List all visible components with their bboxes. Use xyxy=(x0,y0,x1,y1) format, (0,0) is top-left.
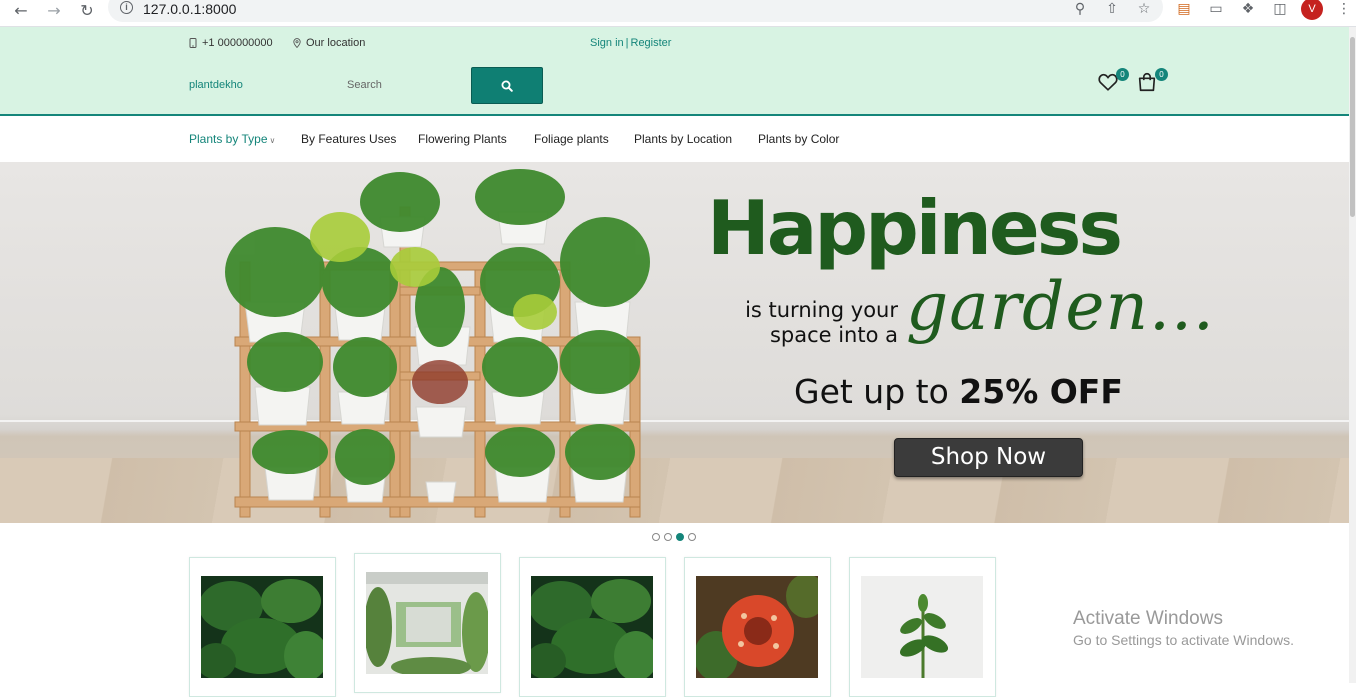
phone-contact[interactable]: +1 000000000 xyxy=(189,37,273,49)
windows-activation-watermark: Activate Windows Go to Settings to activ… xyxy=(1073,608,1294,648)
search-button[interactable] xyxy=(471,67,543,104)
hero-banner[interactable]: Happiness is turning your space into a g… xyxy=(0,162,1349,523)
category-card[interactable] xyxy=(519,557,666,697)
phone-number: +1 000000000 xyxy=(202,37,273,49)
main-navigation: Plants by Type ∨ By Features Uses Floweri… xyxy=(0,116,1349,162)
menu-kebab-icon[interactable]: ⋮ xyxy=(1334,0,1354,18)
monstera-leaves-image xyxy=(201,576,323,678)
offer-value: 25% OFF xyxy=(959,372,1123,411)
auth-links: Sign in | Register xyxy=(590,37,671,49)
phone-icon xyxy=(189,38,197,48)
url-text[interactable]: 127.0.0.1:8000 xyxy=(143,1,236,17)
cart-button[interactable]: 0 xyxy=(1136,68,1168,95)
carousel-dot[interactable] xyxy=(664,533,672,541)
site-info-icon[interactable]: i xyxy=(120,1,133,14)
category-card[interactable] xyxy=(849,557,996,697)
seedling-image xyxy=(861,576,983,678)
nav-by-features-uses[interactable]: By Features Uses xyxy=(301,132,396,146)
chevron-down-icon: ∨ xyxy=(269,136,276,145)
location-label: Our location xyxy=(306,37,366,49)
nav-plants-by-color[interactable]: Plants by Color xyxy=(758,132,839,146)
offer-prefix: Get up to xyxy=(794,372,960,411)
search-input[interactable] xyxy=(333,67,471,103)
site-header: +1 000000000 Our location Sign in | Regist… xyxy=(0,27,1349,116)
forward-icon[interactable]: → xyxy=(43,0,65,20)
banner-headline: Happiness xyxy=(707,184,1123,272)
shop-now-button[interactable]: Shop Now xyxy=(894,438,1083,477)
share-icon[interactable]: ⇧ xyxy=(1102,0,1122,18)
monstera-leaves-image xyxy=(531,576,653,678)
puzzle-icon[interactable]: ❖ xyxy=(1238,0,1258,18)
side-panel-icon[interactable]: ◫ xyxy=(1270,0,1290,18)
cast-icon[interactable]: ▭ xyxy=(1206,0,1226,18)
indoor-plants-room-image xyxy=(366,572,488,674)
category-card[interactable] xyxy=(684,557,831,697)
register-link[interactable]: Register xyxy=(631,37,672,49)
wishlist-button[interactable]: 0 xyxy=(1097,68,1129,95)
watermark-title: Activate Windows xyxy=(1073,608,1223,629)
nav-flowering-plants[interactable]: Flowering Plants xyxy=(418,132,507,146)
carousel-dot[interactable] xyxy=(652,533,660,541)
location-pin-icon xyxy=(293,38,301,48)
extension-icon[interactable]: ▤ xyxy=(1174,0,1194,18)
banner-offer: Get up to 25% OFF xyxy=(794,372,1123,411)
category-card[interactable] xyxy=(189,557,336,697)
nav-plants-by-type[interactable]: Plants by Type ∨ xyxy=(189,132,275,146)
page-scrollbar[interactable] xyxy=(1349,27,1356,683)
plant-shelf-illustration xyxy=(225,169,650,518)
nav-plants-by-location[interactable]: Plants by Location xyxy=(634,132,732,146)
wishlist-count-badge: 0 xyxy=(1116,68,1129,81)
cart-count-badge: 0 xyxy=(1155,68,1168,81)
location-link[interactable]: Our location xyxy=(293,37,365,49)
back-icon[interactable]: ← xyxy=(10,0,32,20)
scrollbar-thumb[interactable] xyxy=(1350,37,1355,217)
bookmark-star-icon[interactable]: ☆ xyxy=(1134,0,1154,18)
auth-separator: | xyxy=(625,37,629,49)
search-icon xyxy=(501,80,513,92)
category-card[interactable] xyxy=(354,553,501,693)
address-bar[interactable] xyxy=(108,0,1163,22)
watermark-subtitle: Go to Settings to activate Windows. xyxy=(1073,632,1294,648)
banner-script-word: garden... xyxy=(906,268,1215,345)
reload-icon[interactable]: ↻ xyxy=(76,0,98,20)
carousel-indicators xyxy=(652,533,696,541)
banner-tagline: is turning your space into a xyxy=(745,298,898,347)
zoom-icon[interactable]: ⚲ xyxy=(1070,0,1090,18)
sign-in-link[interactable]: Sign in xyxy=(590,37,624,49)
profile-avatar[interactable]: V xyxy=(1301,0,1323,20)
carousel-dot-active[interactable] xyxy=(676,533,684,541)
brand-logo[interactable]: plantdekho xyxy=(189,79,243,91)
nav-item-label: Plants by Type xyxy=(189,132,268,146)
carousel-dot[interactable] xyxy=(688,533,696,541)
nav-foliage-plants[interactable]: Foliage plants xyxy=(534,132,609,146)
red-flower-image xyxy=(696,576,818,678)
browser-toolbar: ← → ↻ i 127.0.0.1:8000 ⚲ ⇧ ☆ ▤ ▭ ❖ ◫ V ⋮ xyxy=(0,0,1356,27)
